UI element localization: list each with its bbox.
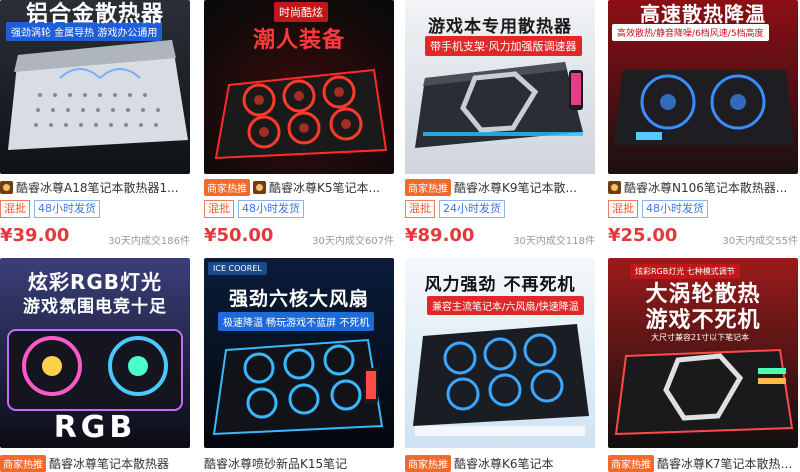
brand-logo: ICE COOREL — [208, 262, 267, 275]
product-price: ¥25.00 — [608, 225, 678, 246]
feature-chip: 带手机支架·风力加强版调速器 — [425, 36, 582, 56]
product-subheadline: 游戏氛围电竞十足 — [23, 297, 167, 317]
product-title[interactable]: 酷睿冰尊K9笔记本散... — [454, 179, 577, 196]
product-headline: 铝合金散热器 — [25, 2, 164, 27]
sales-count: 30天内成交607件 — [312, 236, 394, 247]
product-image[interactable]: 高速散热降温 高效散热/静音降噪/6档风速/5档高度 — [608, 0, 798, 174]
product-image[interactable]: 游戏本专用散热器 带手机支架·风力加强版调速器 — [405, 0, 595, 174]
product-title[interactable]: 酷睿冰尊A18笔记本散热器1... — [16, 179, 179, 196]
feature-chip: 大尺寸兼容21寸以下笔记本 — [651, 333, 750, 342]
product-headline: 风力强劲 不再死机 — [424, 275, 576, 295]
feature-chip: 极速降温 畅玩游戏不蓝屏 不死机 — [218, 312, 375, 331]
badge-mixed-wholesale: 混批 — [405, 200, 435, 218]
product-headline: 高速散热降温 — [640, 2, 766, 26]
badge-mixed-wholesale: 混批 — [204, 200, 234, 218]
hot-recommend-tag: 商家热推 — [405, 178, 451, 196]
product-headline: 炫彩RGB灯光 — [27, 270, 163, 294]
sales-count: 30天内成交186件 — [108, 236, 190, 247]
product-title[interactable]: 酷睿冰尊N106笔记本散热器... — [624, 179, 787, 196]
shop-icon — [253, 180, 266, 194]
product-image[interactable]: 炫彩RGB灯光 七种模式调节 大涡轮散热 游戏不死机 大尺寸兼容21寸以下笔记本 — [608, 258, 798, 448]
product-image[interactable]: 强劲涡轮 金属导热 游戏办公通用 铝合金散热器 — [0, 0, 190, 174]
feature-chip: 高效散热/静音降噪/6档风速/5档高度 — [612, 24, 769, 41]
product-price: ¥89.00 — [405, 225, 475, 246]
hot-recommend-tag: 商家热推 — [204, 178, 250, 196]
product-image[interactable]: 风力强劲 不再死机 兼容主流笔记本/六风扇/快速降温 — [405, 258, 595, 448]
feature-chip: 时尚酷炫 — [274, 2, 328, 22]
product-price: ¥39.00 — [0, 225, 70, 246]
product-headline: 强劲六核大风扇 — [228, 288, 369, 310]
shop-icon — [608, 180, 621, 194]
shop-icon — [0, 180, 13, 194]
product-image[interactable]: 时尚酷炫 潮人装备 — [204, 0, 394, 174]
badge-mixed-wholesale: 混批 — [608, 200, 638, 218]
product-image[interactable]: ICE COOREL 强劲六核大风扇 极速降温 畅玩游戏不蓝屏 不死机 — [204, 258, 394, 448]
badge-shipping: 48小时发货 — [642, 200, 708, 218]
product-headline: 潮人装备 — [252, 28, 345, 53]
sales-count: 30天内成交55件 — [722, 236, 798, 247]
product-image[interactable]: 炫彩RGB灯光 游戏氛围电竞十足 RGB — [0, 258, 190, 448]
badge-mixed-wholesale: 混批 — [0, 200, 30, 218]
badge-shipping: 48小时发货 — [238, 200, 304, 218]
product-title[interactable]: 酷睿冰尊K5笔记本... — [269, 179, 380, 196]
product-headline: 游戏本专用散热器 — [428, 17, 572, 37]
sales-count: 30天内成交118件 — [513, 236, 595, 247]
badge-shipping: 48小时发货 — [34, 200, 100, 218]
rgb-big-text: RGB — [53, 410, 137, 445]
feature-chip: 兼容主流笔记本/六风扇/快速降温 — [427, 296, 584, 315]
product-price: ¥50.00 — [204, 225, 274, 246]
badge-shipping: 24小时发货 — [439, 200, 505, 218]
